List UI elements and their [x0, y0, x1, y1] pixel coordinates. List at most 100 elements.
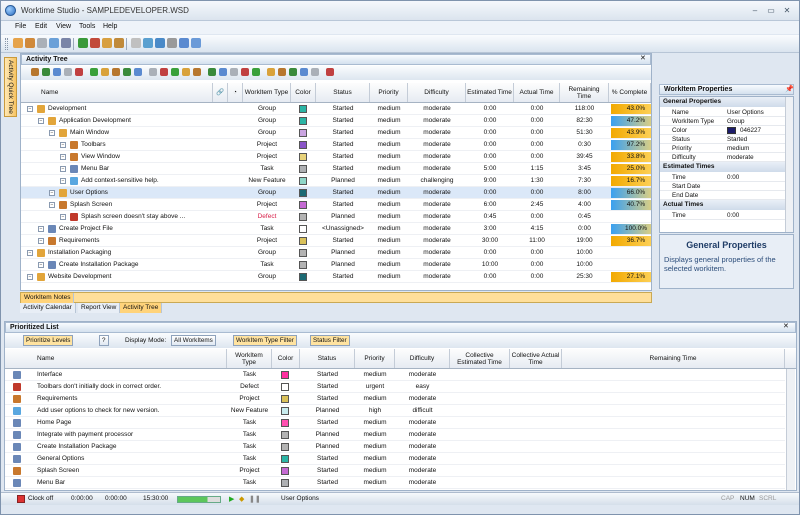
pin-icon[interactable]: 📌	[785, 85, 794, 93]
close-icon[interactable]: ✕	[640, 54, 646, 62]
color-swatch[interactable]	[281, 395, 289, 403]
color-swatch[interactable]	[281, 443, 289, 451]
tree-row[interactable]: − Add context-sensitive help. New Feature P…	[21, 175, 651, 187]
column-difficulty[interactable]: Difficulty	[395, 349, 450, 368]
toolbar-button[interactable]	[25, 38, 35, 48]
column-remaining-time[interactable]: Remaining Time	[560, 83, 609, 102]
menu-view[interactable]: View	[56, 23, 71, 30]
toolbar-button[interactable]	[13, 38, 23, 48]
column-actual-time[interactable]: Actual Time	[514, 83, 560, 102]
tree-row[interactable]: − Main Window Group Started medium moderate 0:…	[21, 127, 651, 139]
color-swatch[interactable]	[299, 141, 307, 149]
property-value[interactable]: 0:00	[727, 173, 739, 182]
tab-activity-tree[interactable]: Activity Tree	[120, 303, 163, 313]
color-swatch[interactable]	[299, 261, 307, 269]
toolbar-grip[interactable]	[5, 38, 8, 50]
property-row[interactable]: Name User Options	[660, 108, 785, 117]
color-swatch[interactable]	[299, 213, 307, 221]
tree-toolbar-button[interactable]	[252, 68, 260, 76]
toolbar-button[interactable]	[49, 38, 59, 48]
property-value[interactable]: Group	[727, 117, 745, 126]
expand-toggle-icon[interactable]: −	[38, 262, 44, 268]
tree-row[interactable]: − User Options Group Started medium moderate 0…	[21, 187, 651, 199]
close-icon[interactable]: ✕	[783, 322, 789, 330]
column-priority[interactable]: Priority	[355, 349, 395, 368]
color-swatch[interactable]	[299, 249, 307, 257]
property-value[interactable]: 0:00	[727, 211, 739, 220]
tree-toolbar-button[interactable]	[208, 68, 216, 76]
tree-toolbar-button[interactable]	[278, 68, 286, 76]
color-swatch[interactable]	[281, 383, 289, 391]
tree-row[interactable]: − Website Development Group Started medium mo…	[21, 271, 651, 283]
tab-activity-calendar[interactable]: Activity Calendar	[20, 303, 76, 313]
maximize-button[interactable]: ▭	[765, 5, 777, 16]
tree-toolbar-button[interactable]	[134, 68, 142, 76]
clock-status[interactable]: Clock off	[28, 495, 53, 502]
column-workitem-type[interactable]: WorkItem Type	[243, 83, 291, 102]
color-swatch[interactable]	[299, 165, 307, 173]
property-row[interactable]: Color 046227	[660, 126, 785, 135]
close-button[interactable]: ✕	[781, 5, 793, 16]
tree-toolbar-button[interactable]	[182, 68, 190, 76]
tree-toolbar-button[interactable]	[171, 68, 179, 76]
column-collective-actual[interactable]: Collective Actual Time	[510, 349, 562, 368]
tree-row[interactable]: − Splash screen doesn't stay above ... Def…	[21, 211, 651, 223]
expand-toggle-icon[interactable]: −	[60, 166, 66, 172]
color-swatch[interactable]	[281, 479, 289, 487]
status-filter-button[interactable]: Status Filter	[310, 335, 350, 346]
list-item[interactable]: Toolbars don't initially dock in correct…	[5, 381, 785, 393]
color-swatch[interactable]	[299, 117, 307, 125]
property-value[interactable]: medium	[727, 144, 749, 153]
property-category[interactable]: General Properties	[660, 97, 785, 107]
list-item[interactable]: Interface Task Started medium moderate	[5, 369, 785, 381]
toolbar-button[interactable]	[131, 38, 141, 48]
tree-row[interactable]: − Development Group Started medium moderate 0:…	[21, 103, 651, 115]
tree-toolbar-button[interactable]	[64, 68, 72, 76]
column-status[interactable]: Status	[300, 349, 355, 368]
tree-toolbar-button[interactable]	[75, 68, 83, 76]
prioritize-levels-button[interactable]: Prioritize Levels	[23, 335, 74, 346]
expand-toggle-icon[interactable]: −	[38, 226, 44, 232]
color-swatch[interactable]	[299, 273, 307, 281]
list-item[interactable]: Home Page Task Started medium moderate	[5, 417, 785, 429]
color-swatch[interactable]	[281, 467, 289, 475]
tree-toolbar-button[interactable]	[101, 68, 109, 76]
column-estimated-time[interactable]: Estimated Time	[466, 83, 514, 102]
tree-row[interactable]: − Toolbars Project Started medium moderate 0:0…	[21, 139, 651, 151]
alarm-column-icon[interactable]: ◔	[228, 83, 243, 102]
color-swatch[interactable]	[281, 407, 289, 415]
list-item[interactable]: Create Installation Package Task Planned me…	[5, 441, 785, 453]
menu-file[interactable]: File	[15, 23, 26, 30]
column-remaining-time[interactable]: Remaining Time	[562, 349, 785, 368]
display-mode-select[interactable]: All WorkItems	[171, 335, 216, 346]
column-collective-estimated[interactable]: Collective Estimated Time	[450, 349, 510, 368]
tree-row[interactable]: − Create Installation Package Task Planned m…	[21, 259, 651, 271]
property-row[interactable]: WorkItem Type Group	[660, 117, 785, 126]
toolbar-button[interactable]	[143, 38, 153, 48]
property-category[interactable]: Actual Times	[660, 200, 785, 210]
tree-toolbar-button[interactable]	[230, 68, 238, 76]
property-row[interactable]: Start Date	[660, 182, 785, 191]
property-row[interactable]: Status Started	[660, 135, 785, 144]
color-swatch[interactable]	[299, 201, 307, 209]
property-row[interactable]: Time 0:00	[660, 211, 785, 220]
tree-toolbar-button[interactable]	[31, 68, 39, 76]
toolbar-button[interactable]	[114, 38, 124, 48]
toolbar-button[interactable]	[191, 38, 201, 48]
color-swatch[interactable]	[299, 177, 307, 185]
tree-toolbar-button[interactable]	[300, 68, 308, 76]
toolbar-button[interactable]	[61, 38, 71, 48]
column-status[interactable]: Status	[316, 83, 370, 102]
toolbar-button[interactable]	[90, 38, 100, 48]
workitem-type-filter-button[interactable]: WorkItem Type Filter	[233, 335, 297, 346]
menu-tools[interactable]: Tools	[79, 23, 95, 30]
tree-toolbar-button[interactable]	[326, 68, 334, 76]
menu-edit[interactable]: Edit	[35, 23, 47, 30]
color-swatch[interactable]	[281, 371, 289, 379]
tree-row[interactable]: − Application Development Group Started medi…	[21, 115, 651, 127]
list-item[interactable]: Splash Screen Project Started medium moderat…	[5, 465, 785, 477]
toolbar-button[interactable]	[167, 38, 177, 48]
property-row[interactable]: Priority medium	[660, 144, 785, 153]
column-color[interactable]: Color	[272, 349, 300, 368]
color-swatch[interactable]	[281, 455, 289, 463]
